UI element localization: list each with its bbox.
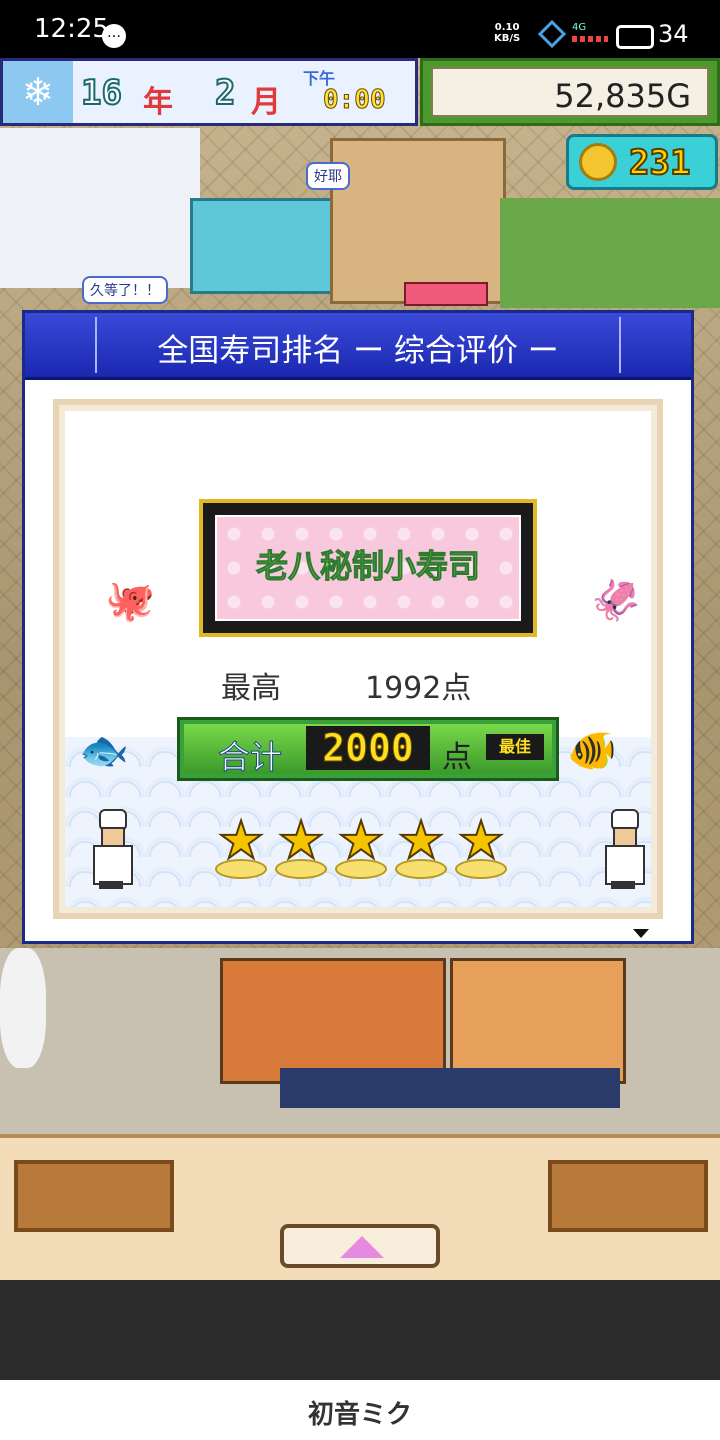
network-speed-value: 0.10 xyxy=(494,22,520,33)
battery-icon xyxy=(616,25,654,49)
year-value: 16 xyxy=(80,72,123,114)
right-menu-button[interactable] xyxy=(548,1160,708,1232)
diamond-icon xyxy=(537,19,567,49)
kitchen-area xyxy=(330,138,506,304)
total-label: 合计 xyxy=(217,738,283,777)
star-icon: ★ xyxy=(393,811,449,883)
octopus-icon: 🐙 xyxy=(105,578,155,624)
empty-band xyxy=(0,1280,720,1380)
game-clock: 0:00 xyxy=(323,85,387,116)
star-glyph: ★ xyxy=(337,811,386,871)
shop-building-1 xyxy=(220,958,446,1084)
star-glyph: ★ xyxy=(397,811,446,871)
star-glyph: ★ xyxy=(277,811,326,871)
progress-bar xyxy=(404,282,488,306)
shop-roof xyxy=(280,1068,620,1108)
star-glyph: ★ xyxy=(217,811,266,871)
snowy-yard xyxy=(0,128,200,288)
best-score-label: 最高 xyxy=(221,671,281,706)
shop-building-2 xyxy=(450,958,626,1084)
coin-icon xyxy=(579,143,617,181)
shop-name: 老八秘制小寿司 xyxy=(255,547,480,586)
navigation-bar: 初音ミク xyxy=(0,1380,720,1440)
star-icon: ★ xyxy=(453,811,509,883)
squid-icon: 🦑 xyxy=(591,578,641,624)
chef-legs xyxy=(99,881,123,889)
left-menu-button[interactable] xyxy=(14,1160,174,1232)
dialog-title: 全国寿司排名 ー 综合评价 ー xyxy=(157,333,559,369)
medal-display[interactable]: 231 xyxy=(566,134,718,190)
winter-icon: ❄ xyxy=(3,61,73,123)
month-suffix: 月 xyxy=(251,85,281,120)
shop-name-plate: 老八秘制小寿司 xyxy=(199,499,537,637)
chef-left-icon xyxy=(89,809,133,889)
dialog-body-inner: 老八秘制小寿司 🐙 🦑 最高 1992点 🐟 🐠 合计 2000 点 最佳 ★ … xyxy=(65,411,651,907)
battery-level: 34 xyxy=(658,20,689,48)
fish-icon: 🐟 xyxy=(79,728,129,774)
month-value: 2 xyxy=(214,72,237,114)
status-time: 12:25 xyxy=(34,14,109,44)
chef-body xyxy=(93,845,133,885)
message-icon: … xyxy=(102,24,126,48)
network-type: 4G xyxy=(572,22,587,33)
star-glyph: ★ xyxy=(457,811,506,871)
star-icon: ★ xyxy=(273,811,329,883)
more-arrow-icon[interactable] xyxy=(633,929,649,938)
chef-body xyxy=(605,845,645,885)
network-speed-unit: KB/S xyxy=(494,33,521,44)
total-score-bar: 合计 2000 点 最佳 xyxy=(177,717,559,781)
date-display[interactable]: ❄ 16 年 2 月 下午 0:00 xyxy=(0,58,418,126)
sea-bream-icon: 🐠 xyxy=(567,728,617,774)
money-value: 52,835G xyxy=(554,77,691,115)
signal-icon xyxy=(572,36,608,42)
money-display[interactable]: 52,835G xyxy=(420,58,720,126)
chef-right-icon xyxy=(601,809,645,889)
up-arrow-icon xyxy=(340,1236,384,1258)
dialog-header: 全国寿司排名 ー 综合评价 ー xyxy=(25,313,691,380)
best-badge: 最佳 xyxy=(486,734,544,760)
star-icon: ★ xyxy=(333,811,389,883)
sushi-counter xyxy=(190,198,336,294)
dialog-body: 老八秘制小寿司 🐙 🦑 最高 1992点 🐟 🐠 合计 2000 点 最佳 ★ … xyxy=(53,399,663,919)
network-speed: 0.10 KB/S xyxy=(494,22,520,44)
best-score-value: 1992点 xyxy=(365,671,472,706)
nav-logo[interactable]: 初音ミク xyxy=(0,1394,720,1431)
total-number-box: 2000 xyxy=(306,726,430,771)
ranking-dialog[interactable]: 全国寿司排名 ー 综合评价 ー 老八秘制小寿司 🐙 🦑 最高 1992点 🐟 🐠… xyxy=(22,310,694,944)
total-unit: 点 xyxy=(442,740,472,775)
star-icon: ★ xyxy=(213,811,269,883)
snowy-tree xyxy=(0,948,46,1068)
star-rating: ★ ★ ★ ★ ★ xyxy=(213,811,533,883)
control-panel xyxy=(0,1134,720,1284)
chef-legs xyxy=(611,881,635,889)
medal-value: 231 xyxy=(628,142,691,184)
game-scene[interactable]: ❄ 16 年 2 月 下午 0:00 52,835G 231 好耶 久等了！！ … xyxy=(0,58,720,1280)
speech-bubble-top: 好耶 xyxy=(306,162,350,190)
expand-menu-button[interactable] xyxy=(280,1224,440,1268)
status-bar: 12:25 … 0.10 KB/S 4G 34 xyxy=(0,0,720,58)
year-suffix: 年 xyxy=(143,85,173,120)
speech-bubble-left: 久等了！！ xyxy=(82,276,168,304)
garden-area xyxy=(500,198,720,308)
total-value: 2000 xyxy=(322,726,415,771)
